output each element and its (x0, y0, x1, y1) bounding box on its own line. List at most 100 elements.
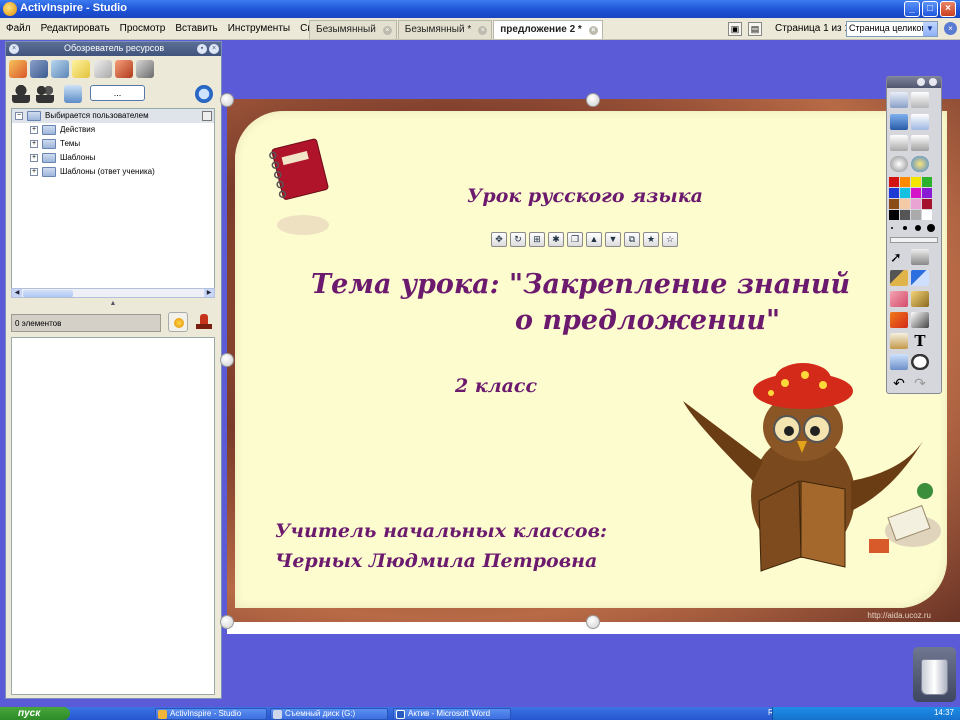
highlighter-icon[interactable] (911, 270, 929, 286)
select-arrow-icon[interactable]: ➚ (890, 249, 908, 265)
color-swatch-green[interactable] (922, 177, 932, 187)
tab-close-icon[interactable]: × (382, 26, 392, 35)
color-swatch-black[interactable] (889, 210, 899, 220)
scroll-thumb[interactable] (23, 290, 73, 297)
flipchart-page[interactable]: Урок русского языка ✥ ↻ ⊞ ✱ ❐ ▲ ▼ ⧉ ★ ☆ … (227, 99, 960, 622)
undo-icon[interactable]: ↶ (890, 375, 908, 391)
color-swatch-brown[interactable] (889, 199, 899, 209)
page-view-icon[interactable]: ▣ (728, 22, 742, 36)
color-swatch-dark-gray[interactable] (900, 210, 910, 220)
color-swatch-red[interactable] (889, 177, 899, 187)
tab-untitled-2[interactable]: Безымянный * × (397, 20, 493, 39)
actions-menu-icon[interactable]: ★ (643, 232, 659, 247)
group-icon[interactable] (36, 85, 54, 103)
task-activinspire[interactable]: ActivInspire - Studio (155, 708, 267, 720)
redo-icon[interactable]: ↷ (911, 375, 929, 391)
browser-home-icon[interactable] (51, 60, 69, 78)
search-icon[interactable] (195, 85, 213, 103)
maximize-icon[interactable]: □ (922, 1, 938, 17)
fill-icon[interactable] (911, 291, 929, 307)
color-swatch-blue[interactable] (889, 188, 899, 198)
color-swatch-yellow[interactable] (911, 177, 921, 187)
task-removable-disk[interactable]: Съемный диск (G:) (270, 708, 388, 720)
flipchart-icon[interactable] (890, 92, 908, 108)
toolbox-close-icon[interactable] (929, 78, 937, 86)
shared-folder-icon[interactable] (64, 85, 82, 103)
start-button[interactable]: пуск (0, 707, 70, 720)
view-mode-icon[interactable] (202, 111, 212, 121)
pen-width-xs-icon[interactable] (891, 227, 893, 229)
resize-handle-top-left[interactable] (220, 93, 234, 107)
desktop-icon[interactable] (890, 156, 908, 172)
sun-icon[interactable] (168, 312, 188, 332)
tree-horizontal-scrollbar[interactable]: ◀ ▶ (11, 288, 215, 298)
color-swatch-crimson[interactable] (922, 199, 932, 209)
pen-icon[interactable] (890, 270, 908, 286)
expand-icon[interactable]: + (30, 126, 38, 134)
actions-icon[interactable] (115, 60, 133, 78)
tree-item-templates[interactable]: + Шаблоны (12, 151, 214, 165)
stamp-icon[interactable] (194, 312, 214, 332)
panel-close-icon[interactable]: × (209, 44, 219, 54)
minimize-icon[interactable]: _ (904, 1, 920, 17)
color-swatch-gray[interactable] (911, 210, 921, 220)
close-icon[interactable]: × (940, 1, 956, 17)
color-swatch-magenta[interactable] (911, 188, 921, 198)
rotate-icon[interactable]: ↻ (510, 232, 526, 247)
pen-width-s-icon[interactable] (903, 226, 907, 230)
menu-edit[interactable]: Редактировать (37, 23, 116, 34)
toolbox-menu-icon[interactable] (917, 78, 925, 86)
color-swatch-orange[interactable] (900, 177, 910, 187)
clock-icon[interactable] (911, 354, 929, 370)
color-swatch-purple[interactable] (922, 188, 932, 198)
menu-insert[interactable]: Вставить (171, 23, 223, 34)
properties-icon[interactable] (94, 60, 112, 78)
move-icon[interactable]: ✥ (491, 232, 507, 247)
tree-root[interactable]: − Выбирается пользователем (12, 109, 214, 123)
close-document-icon[interactable]: × (944, 22, 957, 35)
teacher-line-1[interactable]: Учитель начальных классов: (275, 520, 607, 542)
eraser-icon[interactable] (890, 291, 908, 307)
shape-icon[interactable] (890, 312, 908, 328)
clear-icon[interactable] (890, 354, 908, 370)
save-icon[interactable] (911, 135, 929, 151)
browsers-icon[interactable] (890, 114, 908, 130)
lesson-title[interactable]: Урок русского языка (467, 185, 703, 207)
color-swatch-white[interactable] (922, 210, 932, 220)
user-icon[interactable] (12, 85, 30, 103)
tree-item-actions[interactable]: + Действия (12, 123, 214, 137)
color-swatch-peach[interactable] (900, 199, 910, 209)
menu-view[interactable]: Просмотр (116, 23, 172, 34)
color-swatch-cyan[interactable] (900, 188, 910, 198)
resource-library-icon[interactable] (911, 92, 929, 108)
tab-close-icon[interactable]: × (588, 26, 598, 35)
zoom-select[interactable]: Страница целиком ▼ (846, 21, 938, 37)
chevron-down-icon[interactable]: ▼ (923, 22, 937, 36)
resources-icon[interactable] (9, 60, 27, 78)
close-panel-icon[interactable]: × (9, 44, 19, 54)
tab-sentence-2[interactable]: предложение 2 * × (493, 20, 603, 39)
group-icon[interactable]: ⊞ (529, 232, 545, 247)
page-list-icon[interactable]: ▤ (748, 22, 762, 36)
notes-icon[interactable] (72, 60, 90, 78)
task-word[interactable]: Актив - Microsoft Word (393, 708, 511, 720)
resize-handle-left[interactable] (220, 353, 234, 367)
expand-icon[interactable]: + (30, 168, 38, 176)
scroll-left-icon[interactable]: ◀ (12, 289, 22, 297)
pen-width-m-icon[interactable] (915, 225, 921, 231)
menu-tools[interactable]: Инструменты (224, 23, 296, 34)
more-menu-icon[interactable]: ☆ (662, 232, 678, 247)
browse-button[interactable]: ... (90, 85, 145, 101)
tools-icon[interactable] (911, 249, 929, 265)
resize-handle-bottom[interactable] (586, 615, 600, 629)
lesson-theme-line-1[interactable]: Тема урока: "Закрепление знаний (311, 269, 850, 300)
tree-item-student-templates[interactable]: + Шаблоны (ответ ученика) (12, 165, 214, 179)
trash-can-icon[interactable] (913, 647, 956, 702)
properties-icon[interactable]: ✱ (548, 232, 564, 247)
stamp-tool-icon[interactable] (890, 333, 908, 349)
bring-forward-icon[interactable]: ▲ (586, 232, 602, 247)
clock[interactable]: 14:37 (934, 708, 954, 717)
lesson-theme-line-2[interactable]: о предложении" (515, 305, 780, 336)
color-swatch-pink[interactable] (911, 199, 921, 209)
collapse-icon[interactable]: − (15, 112, 23, 120)
